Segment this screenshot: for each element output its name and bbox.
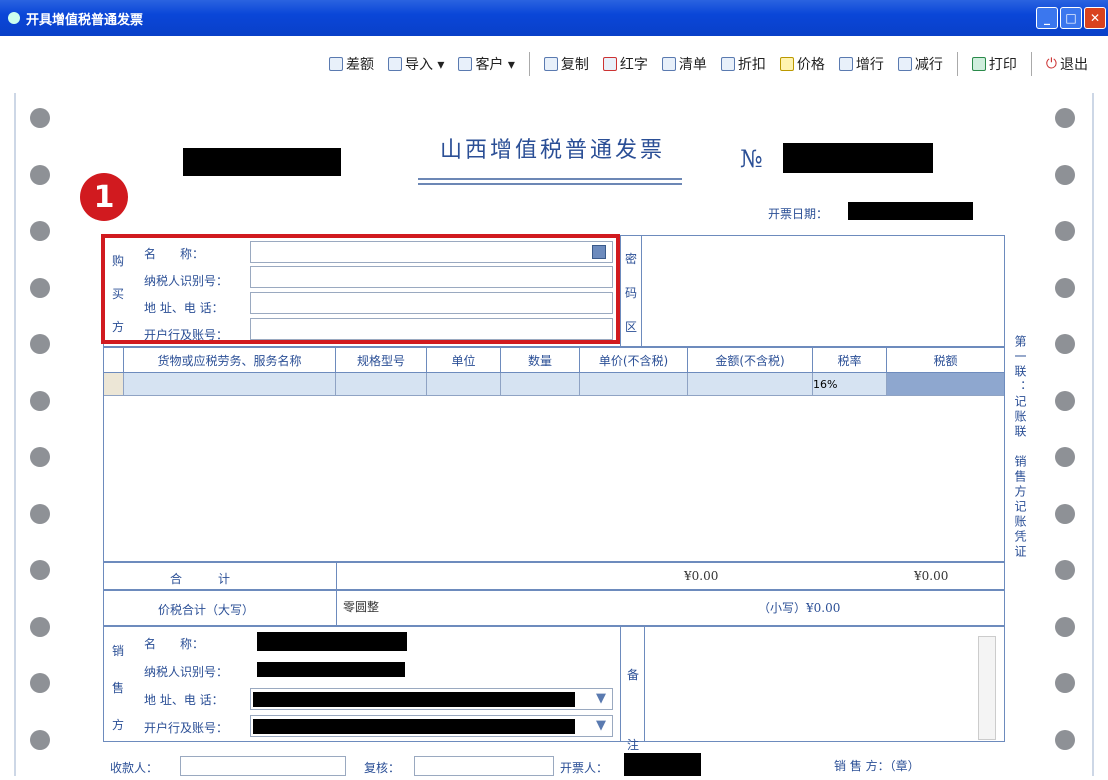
copy-icon	[544, 57, 558, 71]
import-icon	[388, 57, 402, 71]
toolbar-discount-button[interactable]: 折扣	[721, 54, 766, 74]
tractor-hole	[1055, 447, 1075, 467]
tractor-hole	[30, 447, 50, 467]
toolbar-import-button[interactable]: 导入 ▾	[388, 54, 444, 74]
window-title: 开具增值税普通发票	[26, 9, 143, 28]
tractor-hole	[1055, 391, 1075, 411]
total-label: 合 计	[170, 570, 230, 587]
toolbar-copy-button[interactable]: 复制	[544, 54, 589, 74]
drawer-label: 开票人：	[560, 759, 608, 776]
title-bar: 开具增值税普通发票 _ □ ✕	[0, 0, 1108, 36]
seller-side-label: 销售方	[112, 633, 124, 744]
password-area-label: 密码区	[625, 242, 637, 344]
title-underline	[418, 178, 682, 180]
chevron-down-icon[interactable]: ▼	[596, 718, 606, 733]
step-badge: 1	[80, 173, 128, 221]
grand-total-lower: （小写）¥0.00	[758, 599, 840, 616]
payee-input[interactable]	[180, 756, 346, 776]
toolbar-add-row-button[interactable]: 增行	[839, 54, 884, 74]
tractor-hole	[1055, 617, 1075, 637]
redacted-number	[783, 143, 933, 173]
list-icon	[662, 57, 676, 71]
number-label: №	[740, 145, 763, 173]
maximize-button[interactable]: □	[1060, 7, 1082, 29]
date-label: 开票日期：	[768, 205, 828, 222]
toolbar-exit-button[interactable]: ⏻退出	[1046, 54, 1088, 74]
toolbar-difference-button[interactable]: 差额	[329, 54, 374, 74]
redacted-seller-tax-id	[257, 662, 405, 677]
toolbar-separator	[1031, 52, 1032, 76]
redacted-code	[183, 148, 341, 176]
chevron-down-icon[interactable]: ▼	[596, 691, 606, 706]
tractor-hole	[30, 617, 50, 637]
toolbar-price-button[interactable]: 价格	[780, 54, 825, 74]
tractor-hole	[1055, 673, 1075, 693]
toolbar-print-button[interactable]: 打印	[972, 54, 1017, 74]
highlight-frame	[101, 234, 620, 344]
customer-icon	[458, 57, 472, 71]
seller-bank-account-select[interactable]: ▼	[250, 715, 613, 737]
toolbar: 差额 导入 ▾ 客户 ▾ 复制 红字 清单 折扣 价格 增行 减行 打印 ⏻退出	[0, 36, 1108, 92]
minimize-button[interactable]: _	[1036, 7, 1058, 29]
copy-note: 第一联：记账联 销售方记账凭证	[1012, 335, 1029, 560]
tractor-hole	[1055, 278, 1075, 298]
tractor-hole	[30, 504, 50, 524]
seller-field-labels: 名 称：纳税人识别号：地 址、电 话：开户行及账号：	[144, 630, 228, 742]
seller-address-phone-select[interactable]: ▼	[250, 688, 613, 710]
reviewer-label: 复核：	[364, 759, 400, 776]
grand-total-label: 价税合计（大写）	[158, 601, 254, 618]
tractor-hole	[30, 278, 50, 298]
seller-seal-label: 销 售 方：（章）	[834, 757, 920, 774]
tractor-hole	[30, 391, 50, 411]
grand-total-upper: 零圆整	[343, 598, 379, 615]
printer-icon	[972, 57, 986, 71]
tractor-hole	[30, 221, 50, 241]
toolbar-customer-button[interactable]: 客户 ▾	[458, 54, 514, 74]
payee-label: 收款人：	[110, 759, 158, 776]
tractor-hole	[30, 560, 50, 580]
tractor-hole	[30, 108, 50, 128]
remark-scrollbar[interactable]	[978, 636, 996, 740]
tractor-hole	[30, 730, 50, 750]
tractor-hole	[1055, 108, 1075, 128]
delete-row-icon	[898, 57, 912, 71]
toolbar-list-button[interactable]: 清单	[662, 54, 707, 74]
reviewer-input[interactable]	[414, 756, 554, 776]
tractor-hole	[1055, 504, 1075, 524]
toolbar-delete-row-button[interactable]: 减行	[898, 54, 943, 74]
total-amount: ¥0.00	[684, 569, 718, 583]
add-row-icon	[839, 57, 853, 71]
title-underline	[418, 183, 682, 185]
tractor-hole	[1055, 221, 1075, 241]
tractor-hole	[30, 165, 50, 185]
toolbar-red-invoice-button[interactable]: 红字	[603, 54, 648, 74]
total-tax: ¥0.00	[914, 569, 948, 583]
toolbar-separator	[529, 52, 530, 76]
tractor-hole	[30, 673, 50, 693]
tractor-hole	[1055, 165, 1075, 185]
invoice-title: 山西增值税普通发票	[440, 132, 665, 164]
price-icon	[780, 57, 794, 71]
power-icon: ⏻	[1046, 56, 1057, 72]
redacted-drawer	[624, 753, 701, 776]
items-area	[103, 347, 1005, 562]
tractor-hole	[30, 334, 50, 354]
app-icon	[8, 12, 20, 24]
tractor-hole	[1055, 560, 1075, 580]
redacted-date	[848, 202, 973, 220]
difference-icon	[329, 57, 343, 71]
toolbar-separator	[957, 52, 958, 76]
close-button[interactable]: ✕	[1084, 7, 1106, 29]
tractor-hole	[1055, 334, 1075, 354]
discount-icon	[721, 57, 735, 71]
tractor-hole	[1055, 730, 1075, 750]
red-invoice-icon	[603, 57, 617, 71]
redacted-seller-name	[257, 632, 407, 651]
